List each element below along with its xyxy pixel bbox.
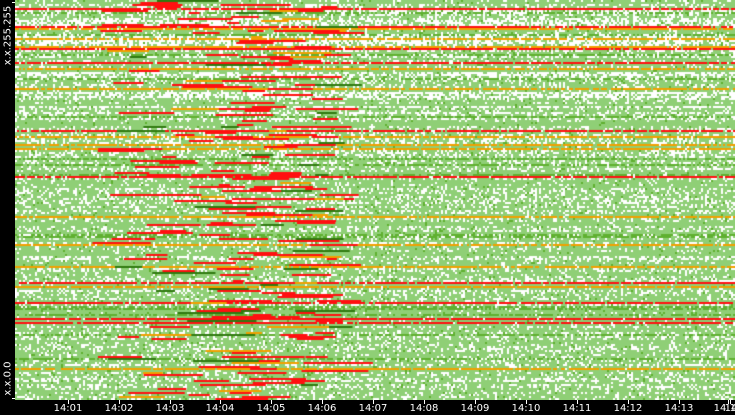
y-axis: x.x.255.255 x.x.0.0	[0, 0, 15, 400]
x-tick-label: 14:05	[256, 403, 286, 414]
x-tick-label: 14:13	[664, 403, 694, 414]
x-tick-label: 14:03	[155, 403, 185, 414]
x-axis: 14:01 14:02 14:03 14:04 14:05 14:06 14:07 14:08…	[0, 400, 735, 415]
x-tick-label: 14:04	[205, 403, 235, 414]
x-tick-label: 14:02	[104, 403, 134, 414]
x-tick-label: 14	[724, 403, 735, 414]
x-tick-label: 14:10	[511, 403, 541, 414]
x-tick-label: 14:09	[460, 403, 490, 414]
x-tick-label: 14:06	[307, 403, 337, 414]
x-tick-label: 14:07	[358, 403, 388, 414]
heatmap-canvas	[15, 0, 735, 400]
x-tick-label: 14:08	[409, 403, 439, 414]
y-tick-bottom	[12, 398, 15, 399]
x-tick-label: 14:12	[613, 403, 643, 414]
y-tick-label-top: x.x.255.255	[2, 5, 14, 66]
x-tick-label: 14:01	[53, 403, 83, 414]
x-tick-label: 14:11	[562, 403, 592, 414]
